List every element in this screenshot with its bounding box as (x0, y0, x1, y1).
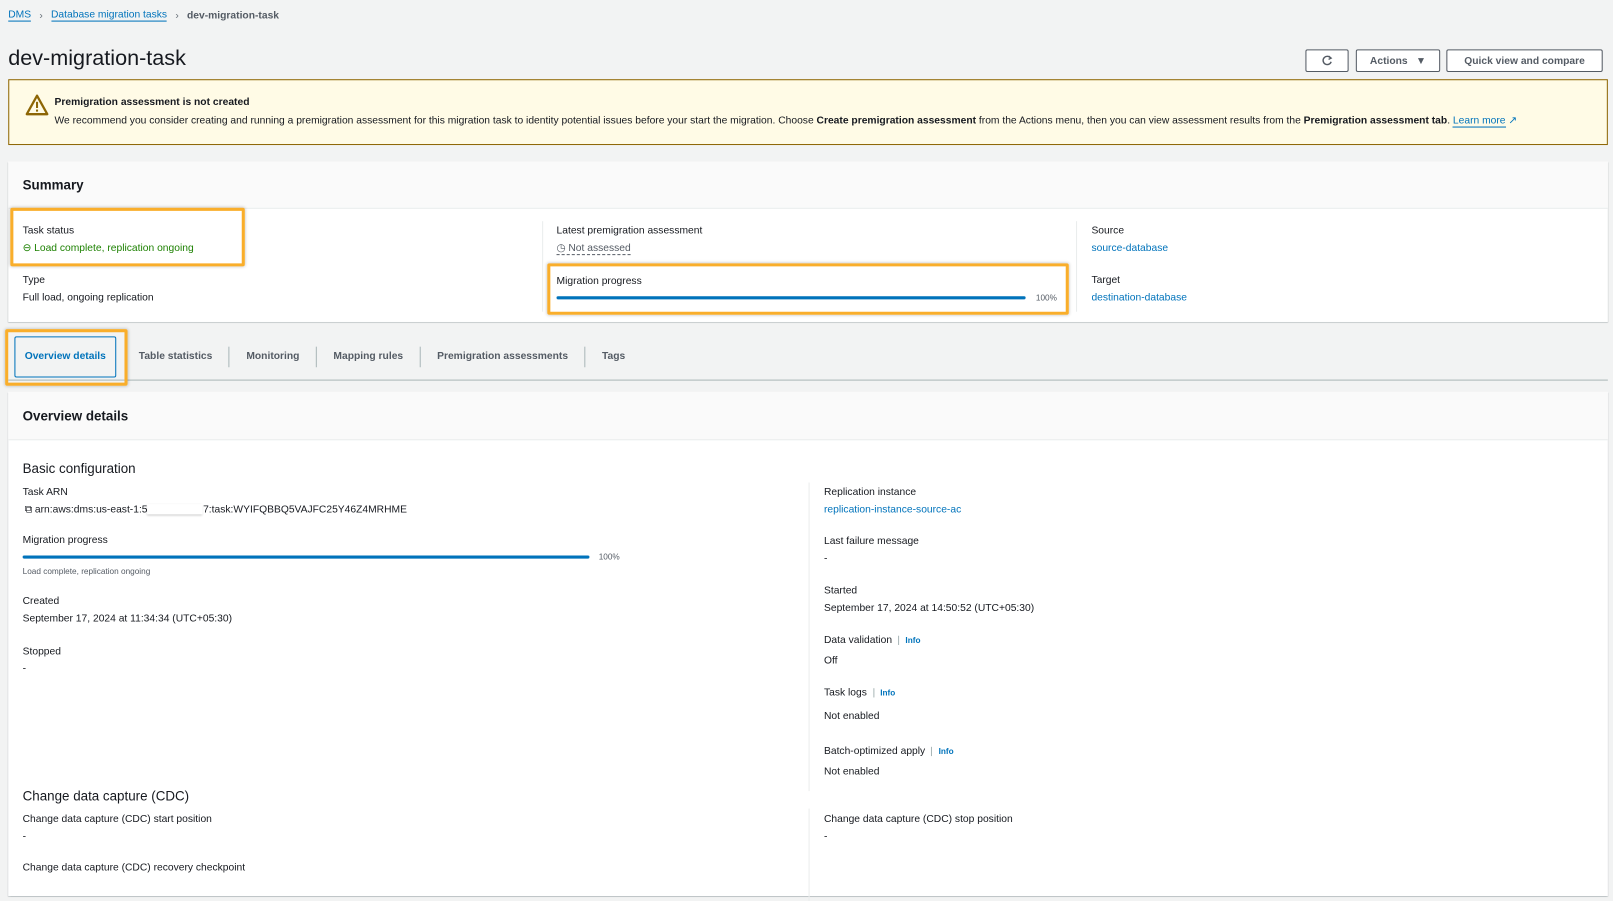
refresh-icon (1322, 55, 1333, 66)
overview-title: Overview details (8, 391, 1608, 441)
quick-view-button[interactable]: Quick view and compare (1446, 49, 1603, 73)
created-value: September 17, 2024 at 11:34:34 (UTC+05:3… (22, 613, 233, 625)
overview-progress-status: Load complete, replication ongoing (22, 566, 151, 577)
cdc-stop-value: - (823, 831, 828, 843)
overview-progress-value: 100% (598, 552, 620, 562)
info-link[interactable]: Info (931, 746, 954, 757)
basic-config-heading: Basic configuration (22, 460, 136, 477)
last-failure-label: Last failure message (823, 535, 919, 548)
learn-more-link[interactable]: Learn more (1452, 115, 1506, 128)
last-failure-value: - (823, 553, 828, 565)
batch-apply-label: Batch-optimized apply Info (823, 745, 954, 758)
overview-progress-label: Migration progress (22, 534, 108, 547)
premigration-alert: Premigration assessment is not created W… (8, 79, 1608, 146)
tab-mapping-rules[interactable]: Mapping rules (317, 346, 421, 368)
data-validation-value: Off (823, 655, 838, 667)
stopped-value: - (22, 663, 27, 675)
started-label: Started (823, 585, 858, 597)
overview-panel: Overview details Basic configuration Tas… (8, 391, 1608, 901)
copy-icon[interactable]: ⧉ (25, 504, 32, 515)
batch-apply-value: Not enabled (823, 766, 880, 778)
refresh-button[interactable] (1305, 49, 1349, 73)
target-label: Target (1091, 274, 1121, 286)
tab-table-statistics[interactable]: Table statistics (122, 346, 230, 368)
replication-instance-label: Replication instance (823, 486, 917, 498)
warning-icon (25, 94, 49, 116)
cdc-heading: Change data capture (CDC) (22, 787, 190, 804)
summary-title: Summary (8, 161, 1608, 209)
redacted-region (147, 504, 204, 515)
highlight-overview-tab (5, 329, 128, 386)
breadcrumb-current: dev-migration-task (186, 9, 280, 22)
tab-monitoring[interactable]: Monitoring (230, 346, 317, 368)
alert-title: Premigration assessment is not created (54, 96, 250, 109)
chevron-right-icon: › (39, 9, 43, 22)
breadcrumb-tasks[interactable]: Database migration tasks (51, 9, 168, 22)
assessment-label: Latest premigration assessment (556, 225, 703, 237)
cdc-recovery-label: Change data capture (CDC) recovery check… (22, 862, 246, 874)
clock-icon: ◷ (556, 242, 566, 255)
task-arn-label: Task ARN (22, 486, 68, 498)
data-validation-label: Data validation Info (823, 634, 921, 647)
assessment-status[interactable]: ◷ Not assessed (556, 242, 631, 256)
page-title: dev-migration-task (8, 46, 186, 70)
highlight-task-status (10, 207, 245, 267)
alert-text: We recommend you consider creating and r… (54, 115, 1518, 128)
source-link[interactable]: source-database (1091, 243, 1168, 254)
highlight-migration-progress (547, 263, 1069, 315)
target-link[interactable]: destination-database (1091, 292, 1187, 303)
cdc-start-label: Change data capture (CDC) start position (22, 813, 212, 826)
stopped-label: Stopped (22, 646, 61, 658)
type-value: Full load, ongoing replication (22, 292, 154, 304)
replication-instance-link[interactable]: replication-instance-source-ac (824, 504, 961, 515)
started-value: September 17, 2024 at 14:50:52 (UTC+05:3… (823, 602, 1035, 615)
info-link[interactable]: Info (873, 688, 896, 697)
tab-premigration-assessments[interactable]: Premigration assessments (421, 346, 586, 368)
task-arn: ⧉ arn:aws:dms:us-east-1:5 7:task:WYIFQBBQ… (24, 504, 407, 516)
tab-tags[interactable]: Tags (586, 347, 642, 368)
cdc-stop-label: Change data capture (CDC) stop position (823, 813, 1013, 826)
external-link-icon: ↗ (1508, 115, 1518, 127)
caret-down-icon: ▼ (1415, 55, 1427, 67)
source-label: Source (1091, 225, 1125, 237)
tab-bar: Overview details Table statistics Monito… (8, 334, 1608, 381)
cdc-start-value: - (22, 831, 27, 843)
actions-button[interactable]: Actions ▼ (1355, 49, 1441, 73)
task-logs-value: Not enabled (823, 710, 880, 723)
task-logs-label: Task logs Info (823, 687, 896, 699)
info-link[interactable]: Info (898, 635, 921, 645)
type-label: Type (22, 274, 45, 286)
created-label: Created (22, 595, 60, 607)
chevron-right-icon: › (175, 9, 179, 22)
actions-label: Actions (1369, 55, 1408, 67)
breadcrumb: DMS › Database migration tasks › dev-mig… (8, 9, 280, 22)
overview-progress-bar (22, 555, 590, 559)
breadcrumb-dms[interactable]: DMS (8, 9, 32, 22)
